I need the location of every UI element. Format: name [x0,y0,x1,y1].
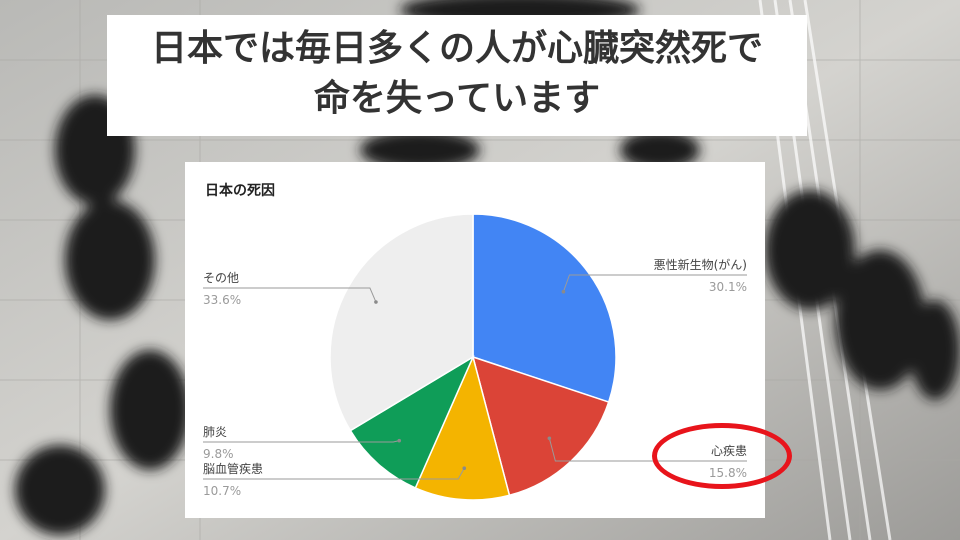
slice-label: その他 [203,271,239,285]
headline-line-1: 日本では毎日多くの人が心臓突然死で [150,28,763,69]
chart-title: 日本の死因 [205,183,275,199]
headline-banner: 日本では毎日多くの人が心臓突然死で 命を失っています [107,15,807,136]
slice-label: 肺炎 [203,425,227,439]
slice-value-label: 10.7% [203,484,241,498]
slice-value-label: 33.6% [203,293,241,307]
leader-dot [462,466,467,470]
leader-dot [374,300,378,304]
slice-label: 脳血管疾患 [203,461,263,476]
headline-line-2: 命を失っています [313,78,601,119]
slice-value-label: 9.8% [203,447,234,461]
leader-dot [397,438,402,443]
slice-value-label: 30.1% [709,280,747,294]
leader-dot [561,289,566,294]
highlight-circle [652,423,792,489]
leader-dot [547,436,552,441]
slice-label: 悪性新生物(がん) [654,257,747,272]
